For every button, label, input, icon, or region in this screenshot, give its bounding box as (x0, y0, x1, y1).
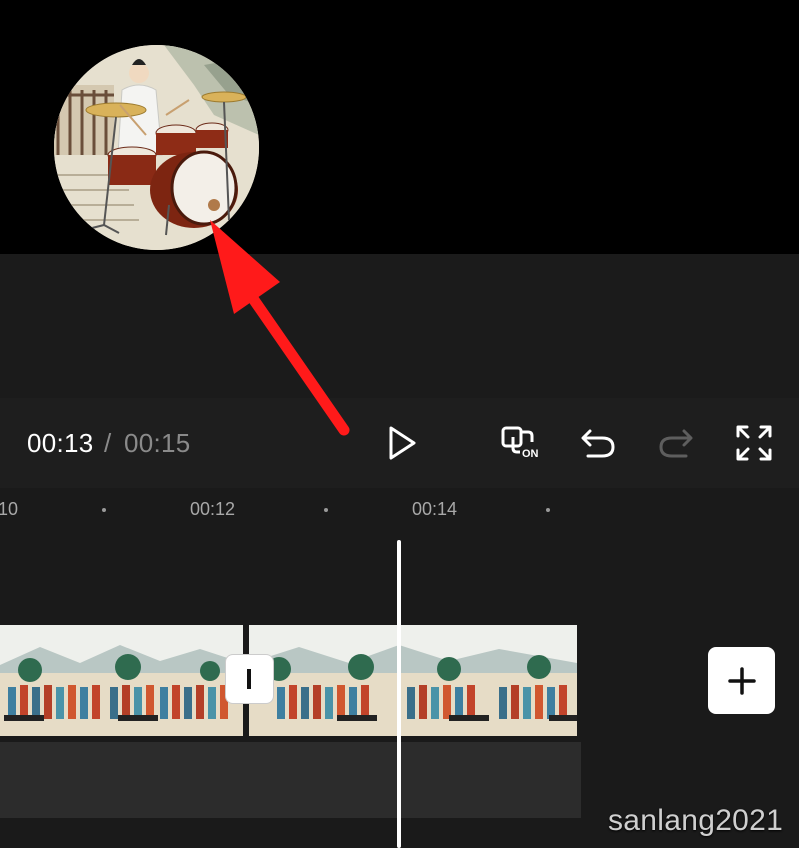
current-time: 00:13 (27, 428, 94, 458)
ruler-tick (546, 508, 550, 512)
clip-thumbnail (0, 625, 243, 736)
ruler-tick (324, 508, 328, 512)
time-separator: / (104, 428, 112, 458)
redo-button[interactable] (653, 420, 699, 466)
add-clip-button[interactable] (708, 647, 775, 714)
drummer-avatar-image[interactable] (54, 45, 259, 250)
keyframe-on-badge: ON (522, 448, 539, 460)
total-time: 00:15 (124, 428, 191, 458)
video-clip[interactable] (0, 625, 243, 736)
preview-workspace (0, 254, 799, 398)
transition-icon (247, 669, 251, 689)
transition-button[interactable] (226, 655, 273, 703)
plus-icon (727, 666, 756, 695)
video-clip[interactable] (249, 625, 577, 736)
keyframe-button[interactable]: ON (498, 420, 544, 466)
undo-icon (581, 429, 615, 458)
audio-track[interactable] (0, 742, 581, 818)
clip-thumbnail (249, 625, 577, 736)
ruler-label: 00:12 (190, 499, 236, 519)
ruler-label: 00:14 (412, 499, 458, 519)
fullscreen-icon (736, 425, 772, 461)
play-icon (389, 426, 416, 460)
ruler-label: 10 (0, 499, 19, 519)
undo-button[interactable] (575, 420, 621, 466)
playhead[interactable] (397, 540, 401, 848)
play-button[interactable] (378, 420, 424, 466)
watermark-text: sanlang2021 (608, 804, 784, 837)
fullscreen-button[interactable] (731, 420, 777, 466)
redo-icon (659, 429, 693, 458)
ruler-tick (102, 508, 106, 512)
video-preview[interactable] (0, 0, 799, 254)
